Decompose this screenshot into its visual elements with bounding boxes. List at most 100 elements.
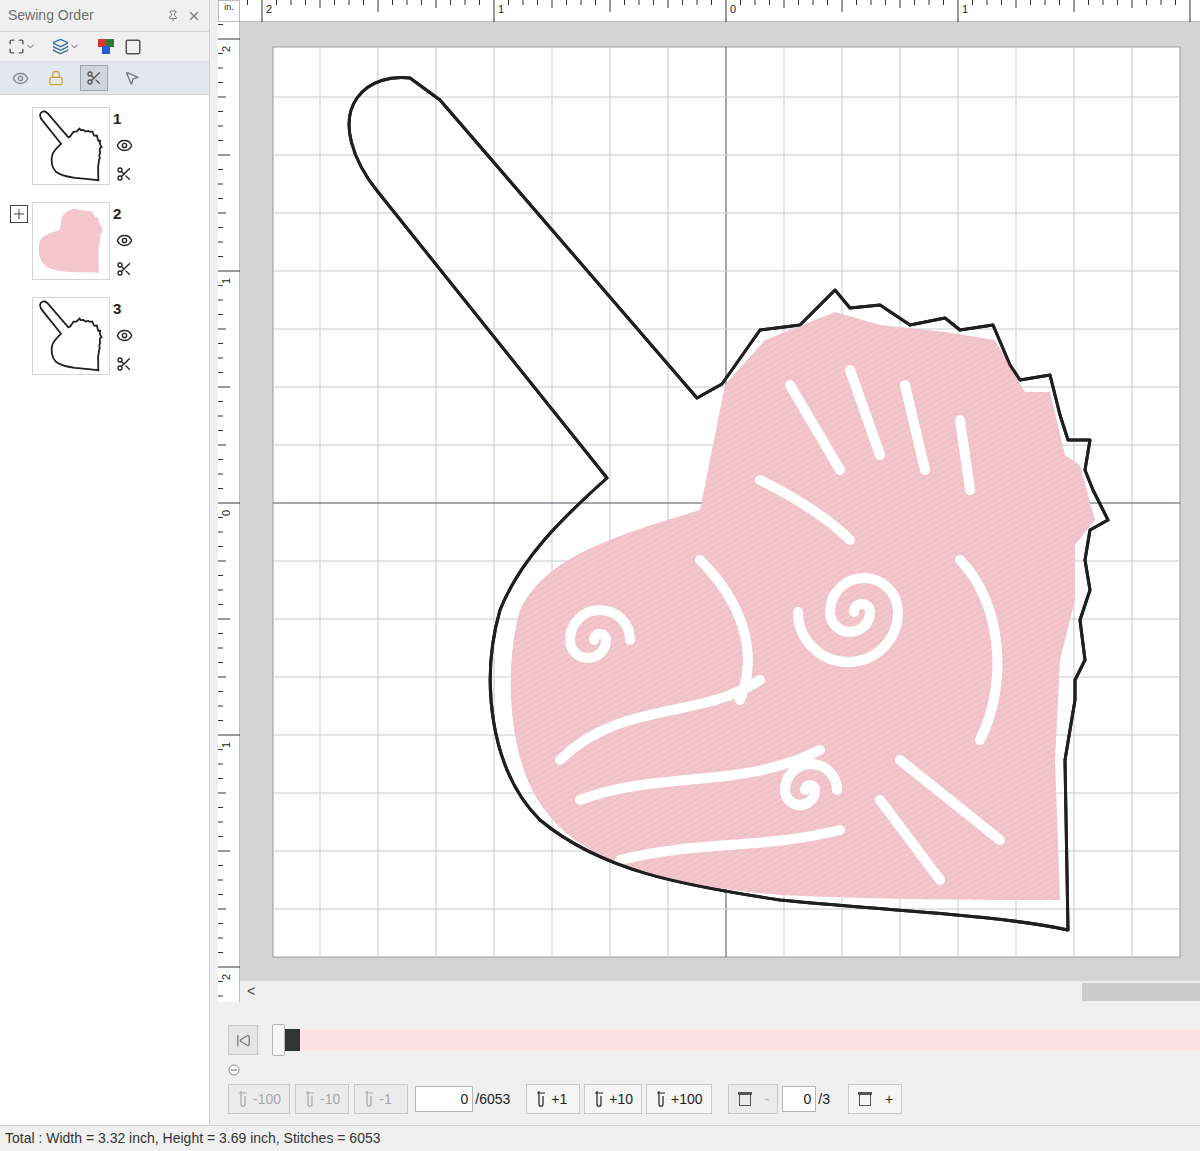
pin-icon[interactable] [167, 10, 179, 22]
ruler-unit: in. [218, 0, 240, 22]
scissors-icon [116, 166, 132, 182]
frame-icon [857, 1091, 873, 1107]
color-segment [300, 1029, 1200, 1051]
design-canvas[interactable] [240, 22, 1200, 980]
scissors-icon [116, 261, 132, 277]
scissors-button[interactable] [80, 65, 108, 91]
ruler-label: 0 [729, 3, 737, 15]
fit-icon [8, 38, 25, 55]
item-number: 3 [113, 299, 133, 319]
group-button[interactable] [52, 38, 80, 55]
canvas-row: 21012< [218, 22, 1200, 1002]
frame-minus-button[interactable]: - [728, 1084, 779, 1114]
top-ruler-row: in.2101 [218, 0, 1200, 22]
scroll-left-arrow[interactable]: < [240, 981, 262, 1002]
frame-total: /3 [818, 1089, 830, 1110]
step-forward-button[interactable]: +100 [646, 1084, 712, 1114]
stitch-simulator: -100-10-10/6053+1+10+100-0/3+ [218, 1002, 1200, 1125]
stitch-bar[interactable] [272, 1024, 1200, 1056]
group-icon [52, 38, 69, 55]
go-start-button[interactable] [228, 1025, 258, 1055]
expand-cell [0, 202, 32, 297]
step-forward-button[interactable]: +1 [526, 1084, 580, 1114]
trim-toggle[interactable] [116, 166, 133, 182]
scissors-icon [116, 356, 132, 372]
frame-plus-button[interactable]: + [848, 1084, 902, 1114]
needle-icon [593, 1090, 605, 1108]
frame-input[interactable]: 0 [782, 1086, 816, 1112]
close-icon[interactable] [187, 9, 201, 23]
stitch-input[interactable]: 0 [415, 1086, 473, 1112]
collapse-icon[interactable] [228, 1064, 240, 1076]
stitch-total: /6053 [475, 1089, 510, 1110]
panel-splitter[interactable] [210, 0, 218, 1125]
frame-view-icon[interactable] [124, 38, 142, 56]
stitch-bar-handle[interactable] [272, 1024, 285, 1056]
design-area: in.210121012<-100-10-10/6053+1+10+100-0/… [218, 0, 1200, 1125]
ruler-label: 2 [220, 973, 232, 981]
item-number: 1 [113, 109, 133, 129]
sewing-order-panel: Sewing Order 1 2 3 [0, 0, 210, 1125]
show-all-icon [12, 70, 29, 87]
color-sequence [272, 1029, 1200, 1051]
canvas-column: < [240, 22, 1200, 1002]
step-back-button[interactable]: -1 [354, 1084, 408, 1114]
dropdown-icon [25, 41, 36, 52]
horizontal-scrollbar[interactable]: < [240, 980, 1200, 1002]
visibility-toggle[interactable] [116, 327, 133, 344]
item-controls: 2 [110, 202, 133, 297]
workspace: Sewing Order123in.210121012<-100-10-10/6… [0, 0, 1200, 1125]
panel-title: Sewing Order [8, 5, 94, 26]
needle-icon [655, 1090, 667, 1108]
scroll-thumb[interactable] [1082, 983, 1200, 1001]
ruler-label: 2 [220, 45, 232, 53]
show-all-button[interactable] [8, 65, 32, 91]
step-forward-button[interactable]: +10 [584, 1084, 642, 1114]
ruler-label: 1 [961, 3, 969, 15]
select-button[interactable] [120, 65, 144, 91]
app-window: Sewing Order123in.210121012<-100-10-10/6… [0, 0, 1200, 1151]
trim-toggle[interactable] [116, 261, 133, 277]
status-text: Total : Width = 3.32 inch, Height = 3.69… [5, 1128, 381, 1149]
sewing-order-item[interactable]: 2 [0, 202, 209, 297]
fill-design[interactable] [511, 312, 1095, 900]
panel-title-bar: Sewing Order [0, 0, 209, 32]
expand-icon[interactable] [10, 205, 28, 223]
sewing-order-list: 1 2 3 [0, 95, 209, 392]
stitch-bar-row [228, 1024, 1200, 1056]
expand-cell [0, 107, 32, 202]
ruler-label: 1 [220, 741, 232, 749]
eye-icon [116, 327, 133, 344]
outline-design[interactable] [349, 78, 1108, 930]
outline-design[interactable] [349, 78, 1108, 930]
stitch-controls: -100-10-10/6053+1+10+100-0/3+ [228, 1084, 1200, 1114]
scroll-track [262, 981, 1200, 1002]
sewing-order-item[interactable]: 3 [0, 297, 209, 392]
needle-icon [535, 1090, 547, 1108]
sewing-order-item[interactable]: 1 [0, 107, 209, 202]
item-thumbnail[interactable] [32, 297, 110, 375]
expand-cell [0, 297, 32, 392]
trim-toggle[interactable] [116, 356, 133, 372]
item-thumbnail[interactable] [32, 107, 110, 185]
select-icon [124, 70, 140, 86]
lock-button[interactable] [44, 65, 68, 91]
top-ruler: 2101 [240, 0, 1200, 22]
step-back-button[interactable]: -100 [228, 1084, 290, 1114]
item-controls: 1 [110, 107, 133, 202]
item-number: 2 [113, 204, 133, 224]
visibility-toggle[interactable] [116, 137, 133, 154]
panel-toolbar [0, 32, 209, 62]
panel-title-actions [167, 9, 201, 23]
hoop-area [273, 47, 1180, 957]
needle-icon [237, 1090, 249, 1108]
needle-icon [363, 1090, 375, 1108]
ruler-label: 1 [497, 3, 505, 15]
visibility-toggle[interactable] [116, 232, 133, 249]
item-thumbnail[interactable] [32, 202, 110, 280]
step-back-button[interactable]: -10 [295, 1084, 349, 1114]
colors-icon[interactable] [96, 37, 116, 57]
eye-icon [116, 232, 133, 249]
fit-button[interactable] [8, 38, 36, 55]
scissors-icon [86, 70, 102, 86]
